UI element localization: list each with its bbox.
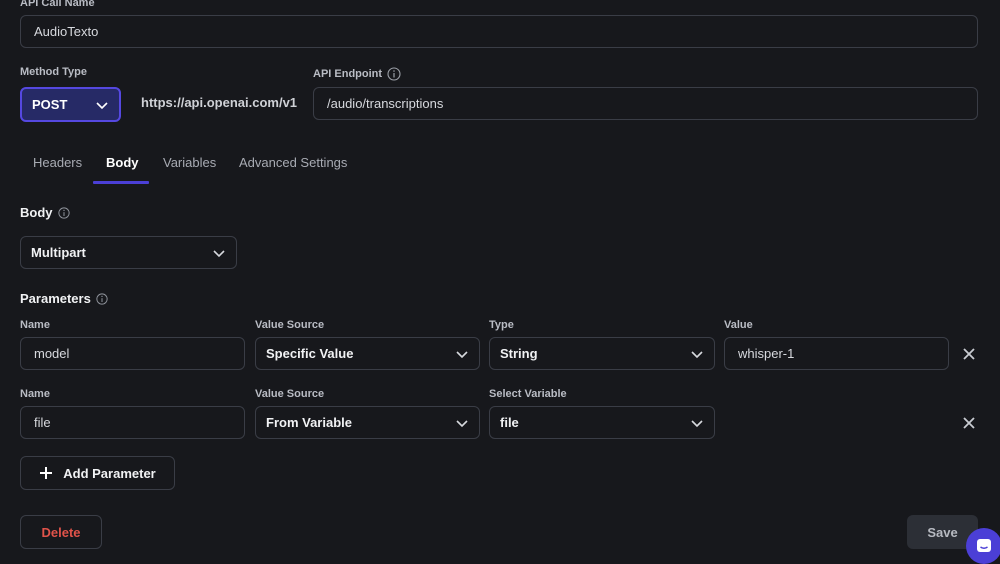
param-value-label: Value: [724, 319, 753, 331]
chevron-down-icon: [691, 350, 703, 358]
chevron-down-icon: [691, 419, 703, 427]
parameters-section-title: Parameters: [20, 291, 108, 306]
tab-advanced-settings[interactable]: Advanced Settings: [239, 155, 347, 170]
param-name-input[interactable]: model: [20, 337, 245, 370]
body-type-value: Multipart: [31, 245, 86, 260]
base-url-text: https://api.openai.com/v1: [141, 95, 298, 110]
parameters-title-text: Parameters: [20, 291, 91, 306]
api-endpoint-input[interactable]: /audio/transcriptions: [313, 87, 978, 120]
add-parameter-label: Add Parameter: [63, 465, 156, 481]
active-tab-indicator: [93, 181, 149, 184]
api-endpoint-value: /audio/transcriptions: [327, 96, 444, 111]
delete-button[interactable]: Delete: [20, 515, 102, 549]
save-label: Save: [927, 524, 958, 540]
tab-headers[interactable]: Headers: [33, 155, 82, 170]
body-type-select[interactable]: Multipart: [20, 236, 237, 269]
param-type-select[interactable]: String: [489, 337, 715, 370]
param-variable-label: Select Variable: [489, 388, 567, 400]
chevron-down-icon: [213, 249, 225, 257]
param-source-select[interactable]: Specific Value: [255, 337, 480, 370]
chat-icon: [977, 539, 991, 552]
param-name-value: model: [34, 346, 70, 361]
param-name-label: Name: [20, 388, 50, 400]
chevron-down-icon: [96, 101, 108, 109]
param-source-value: From Variable: [266, 415, 352, 430]
param-name-label: Name: [20, 319, 50, 331]
param-value-value: whisper-1: [738, 346, 795, 361]
remove-parameter-icon[interactable]: [961, 415, 977, 431]
chevron-down-icon: [456, 350, 468, 358]
param-type-label: Type: [489, 319, 514, 331]
param-source-value: Specific Value: [266, 346, 354, 361]
delete-label: Delete: [41, 524, 81, 540]
info-icon[interactable]: [57, 206, 70, 219]
method-type-select[interactable]: POST: [20, 87, 121, 122]
param-source-select[interactable]: From Variable: [255, 406, 480, 439]
param-name-input[interactable]: file: [20, 406, 245, 439]
api-endpoint-label-text: API Endpoint: [313, 68, 383, 80]
api-endpoint-label: API Endpoint: [313, 67, 401, 81]
param-type-value: String: [500, 346, 538, 361]
body-section-title: Body: [20, 205, 70, 220]
chat-widget-button[interactable]: [966, 528, 1000, 564]
api-call-name-label: API Call Name: [20, 0, 95, 9]
add-parameter-button[interactable]: Add Parameter: [20, 456, 175, 490]
param-variable-select[interactable]: file: [489, 406, 715, 439]
chevron-down-icon: [456, 419, 468, 427]
remove-parameter-icon[interactable]: [961, 346, 977, 362]
method-type-value: POST: [32, 97, 68, 112]
param-name-value: file: [34, 415, 51, 430]
tab-variables[interactable]: Variables: [163, 155, 216, 170]
param-variable-value: file: [500, 415, 519, 430]
method-type-label: Method Type: [20, 66, 88, 78]
tab-body[interactable]: Body: [106, 155, 139, 170]
api-call-name-input[interactable]: AudioTexto: [20, 15, 978, 48]
param-source-label: Value Source: [255, 319, 325, 331]
param-source-label: Value Source: [255, 388, 325, 400]
info-icon[interactable]: [387, 67, 401, 81]
plus-icon: [40, 467, 53, 479]
api-call-name-value: AudioTexto: [34, 24, 99, 39]
info-icon[interactable]: [96, 292, 108, 305]
param-value-input[interactable]: whisper-1: [724, 337, 949, 370]
body-title-text: Body: [20, 205, 53, 220]
